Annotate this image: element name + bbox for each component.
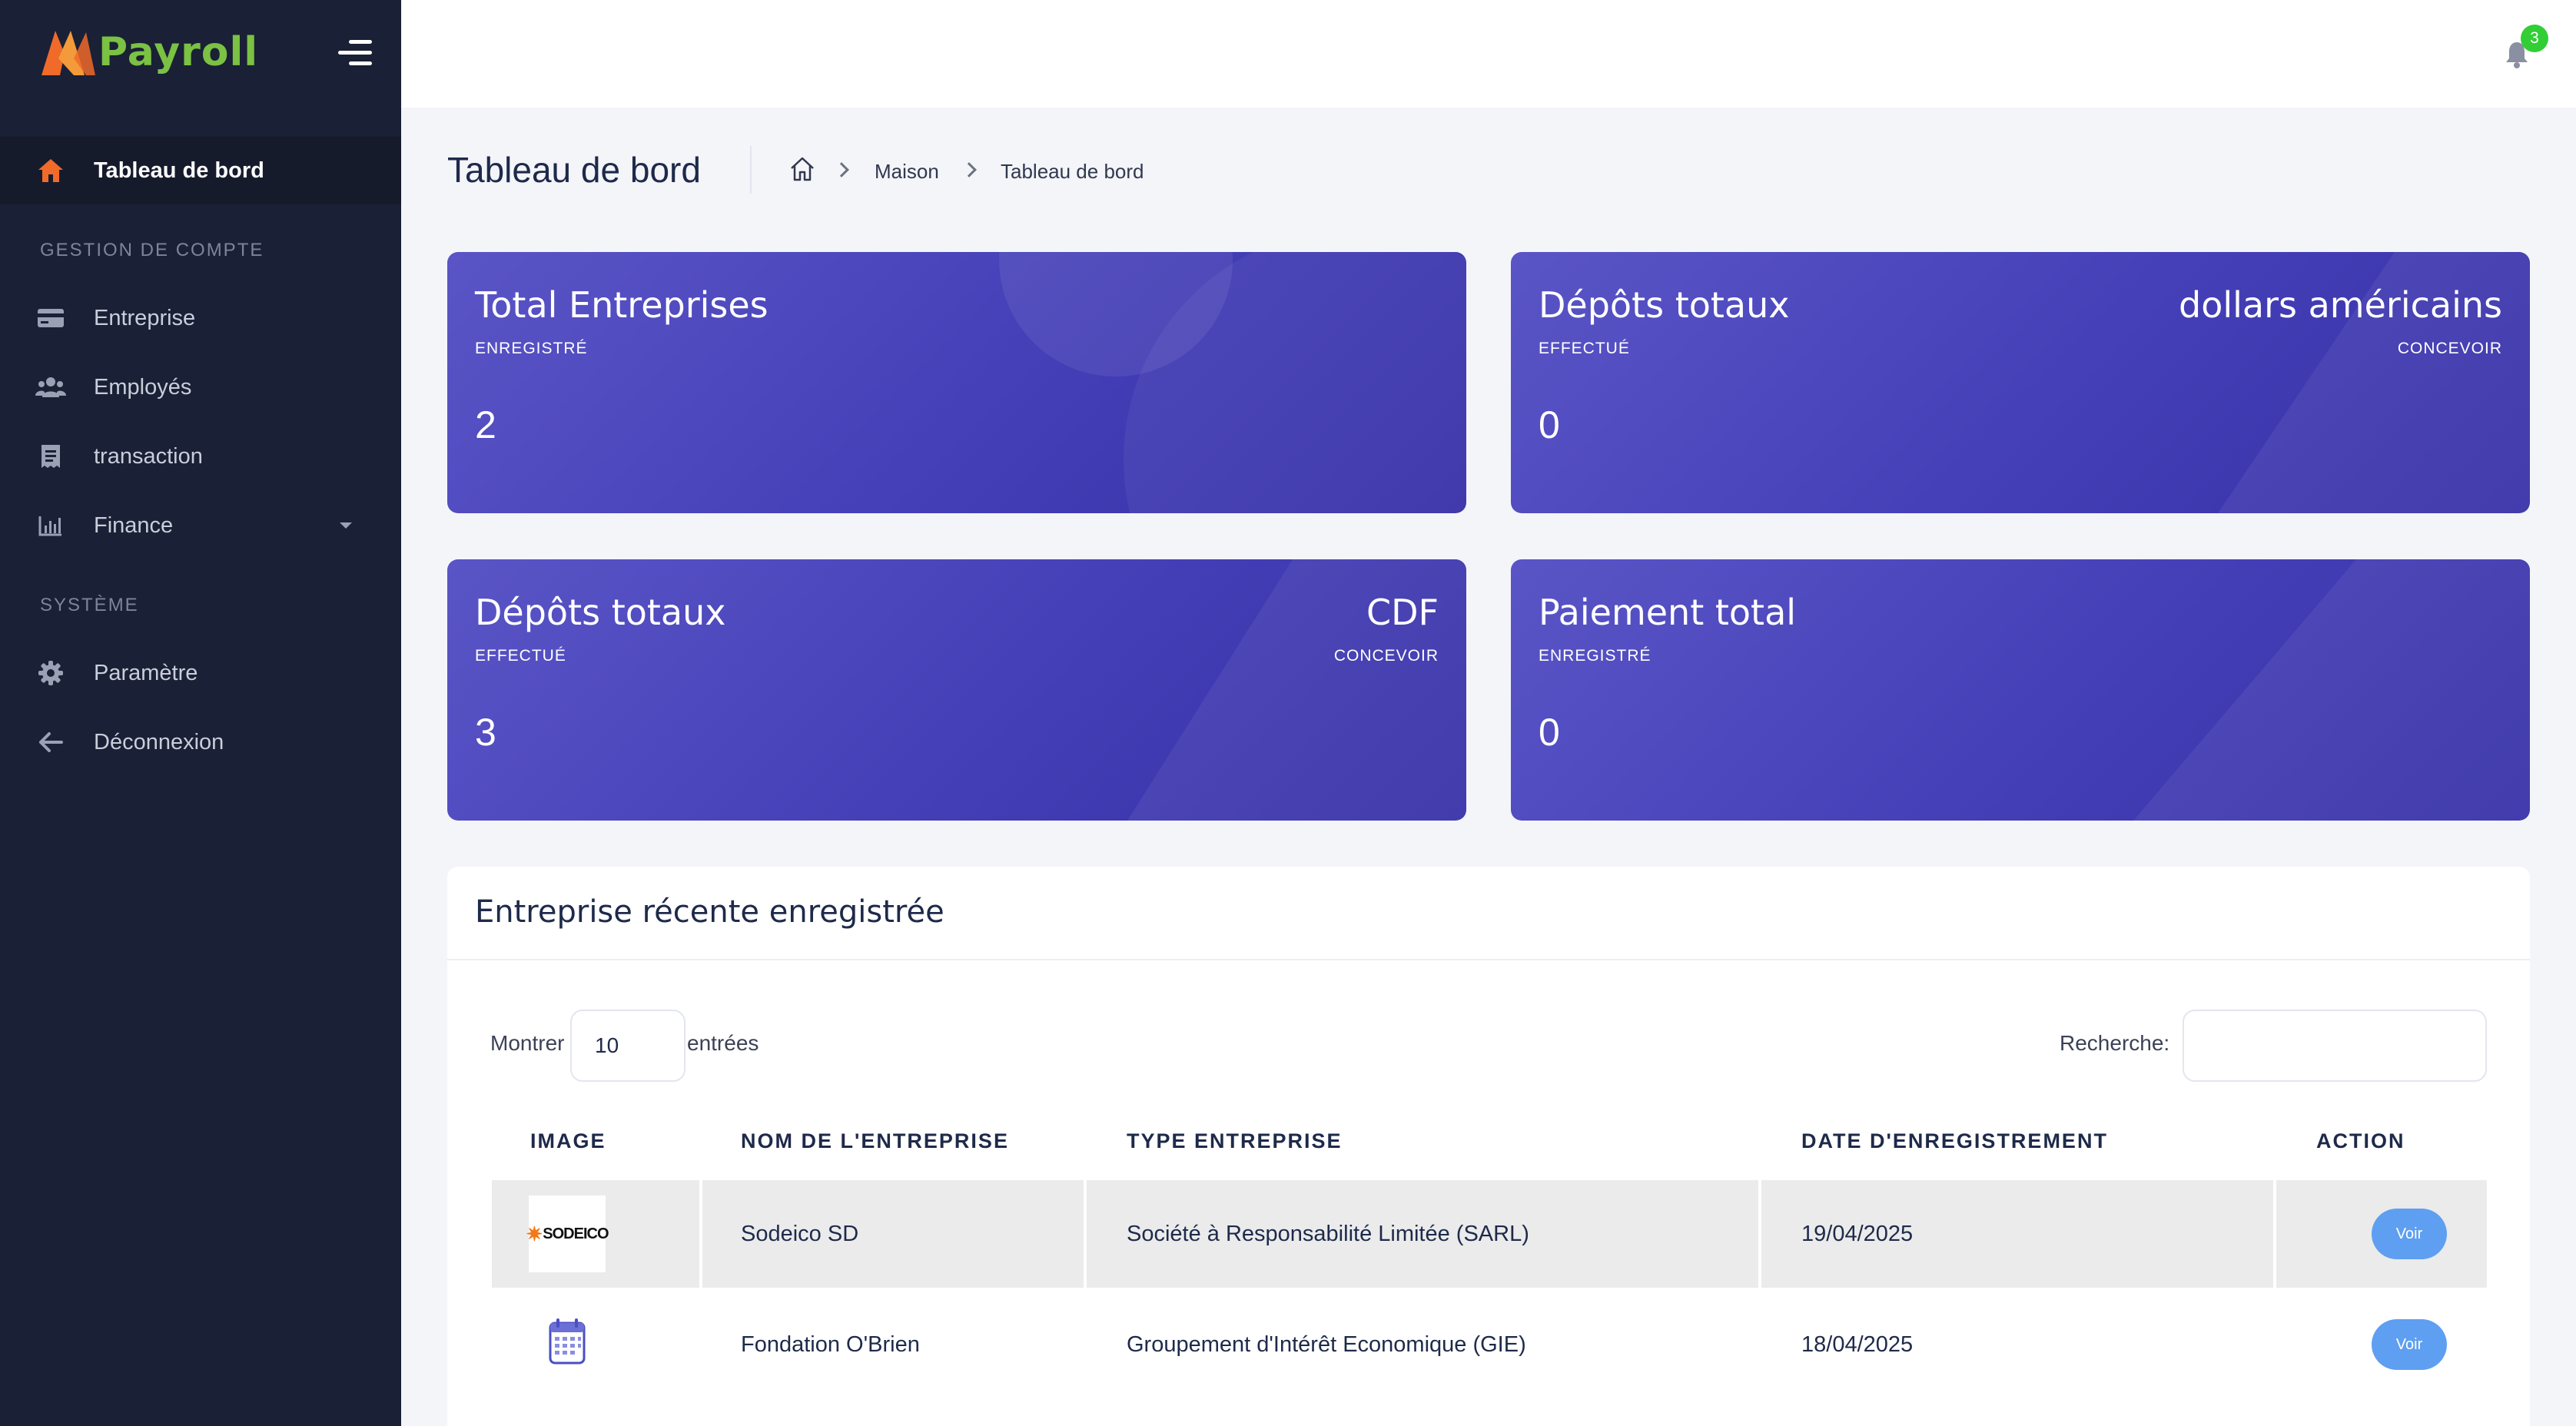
sidebar-item-label: Employés [94, 374, 192, 400]
breadcrumb-item-maison[interactable]: Maison [875, 160, 939, 184]
card-subtitle: ENREGISTRÉ [1539, 647, 1651, 665]
card-value: 2 [475, 403, 496, 446]
chevron-down-icon [340, 522, 352, 529]
menu-toggle-icon[interactable] [338, 40, 372, 66]
sidebar-item-label: Entreprise [94, 305, 196, 330]
topbar [401, 0, 2576, 108]
card-value: 3 [475, 711, 496, 754]
gear-icon [35, 658, 66, 688]
home-icon [35, 155, 66, 186]
search-input[interactable] [2183, 1010, 2487, 1082]
stat-card-total-entreprises: Total Entreprises ENREGISTRÉ 2 [447, 252, 1466, 513]
sidebar-item-label: Tableau de bord [94, 158, 264, 183]
logo-mark-icon [41, 31, 95, 75]
card-currency-sub: CONCEVOIR [1333, 647, 1439, 665]
bar-chart-icon [35, 510, 66, 541]
card-value: 0 [1539, 403, 1560, 446]
stat-card-paiement-total: Paiement total ENREGISTRÉ 0 [1511, 559, 2530, 821]
company-type: Groupement d'Intérêt Economique (GIE) [1127, 1332, 1526, 1357]
sidebar: Payroll Tableau de bord GESTION DE COMPT… [0, 0, 401, 1426]
column-header-type[interactable]: TYPE ENTREPRISE [1127, 1129, 1343, 1153]
card-value: 0 [1539, 711, 1560, 754]
stat-card-depots-usd: Dépôts totaux EFFECTUÉ 0 dollars américa… [1511, 252, 2530, 513]
view-button[interactable]: Voir [2372, 1209, 2447, 1259]
stat-card-depots-cdf: Dépôts totaux EFFECTUÉ 3 CDF CONCEVOIR [447, 559, 1466, 821]
arrow-left-icon [35, 727, 66, 758]
cell-divider [1758, 1180, 1761, 1288]
page-title: Tableau de bord [447, 150, 701, 190]
sidebar-item-transaction[interactable]: transaction [0, 426, 401, 487]
sidebar-item-label: Déconnexion [94, 729, 224, 754]
logo-text: Payroll [98, 29, 259, 75]
registration-date: 18/04/2025 [1801, 1332, 1914, 1357]
section-heading-account: GESTION DE COMPTE [40, 240, 264, 260]
view-button[interactable]: Voir [2372, 1319, 2447, 1370]
company-type: Société à Responsabilité Limitée (SARL) [1127, 1222, 1529, 1246]
receipt-icon [35, 441, 66, 472]
column-header-action[interactable]: ACTION [2316, 1129, 2405, 1153]
card-currency: CDF [1366, 592, 1439, 633]
company-logo-text: SODEICO [543, 1225, 609, 1242]
column-header-name[interactable]: NOM DE L'ENTREPRISE [741, 1129, 1009, 1153]
logo-burst-icon: ✷ [526, 1222, 543, 1245]
table-row: ✷ SODEICO Sodeico SD Société à Responsab… [492, 1180, 2487, 1288]
header-divider [750, 146, 752, 194]
registration-date: 19/04/2025 [1801, 1222, 1914, 1246]
app-logo[interactable]: Payroll [40, 28, 258, 77]
entries-per-page-select[interactable]: 10 [570, 1010, 685, 1082]
sidebar-item-label: Finance [94, 512, 174, 538]
credit-card-icon [35, 303, 66, 333]
sidebar-item-label: Paramètre [94, 660, 198, 685]
sidebar-item-employes[interactable]: Employés [0, 356, 401, 418]
card-title: Dépôts totaux [1539, 284, 1790, 326]
card-currency-sub: CONCEVOIR [2397, 340, 2502, 357]
cell-divider [699, 1180, 702, 1288]
chevron-right-icon [961, 162, 977, 177]
sidebar-item-finance[interactable]: Finance [0, 495, 401, 556]
card-title: Paiement total [1539, 592, 1797, 633]
sidebar-item-dashboard[interactable]: Tableau de bord [0, 137, 401, 204]
sidebar-item-entreprise[interactable]: Entreprise [0, 287, 401, 349]
sidebar-item-parametre[interactable]: Paramètre [0, 642, 401, 704]
cell-divider [1084, 1180, 1087, 1288]
breadcrumb-item-current: Tableau de bord [1001, 160, 1144, 183]
show-label: Montrer [490, 1031, 565, 1055]
sidebar-item-deconnexion[interactable]: Déconnexion [0, 711, 401, 773]
card-currency: dollars américains [2179, 284, 2502, 326]
table-row: Fondation O'Brien Groupement d'Intérêt E… [492, 1291, 2487, 1398]
section-heading-system: SYSTÈME [40, 595, 139, 615]
card-subtitle: ENREGISTRÉ [475, 340, 588, 357]
column-header-image[interactable]: IMAGE [530, 1129, 606, 1153]
calendar-icon [549, 1318, 586, 1365]
card-subtitle: EFFECTUÉ [1539, 340, 1630, 357]
company-logo: ✷ SODEICO [526, 1196, 609, 1272]
panel-divider [447, 959, 2530, 960]
users-icon [35, 372, 66, 403]
company-name: Sodeico SD [741, 1222, 859, 1246]
cell-divider [2273, 1180, 2276, 1288]
card-title: Dépôts totaux [475, 592, 726, 633]
entries-label: entrées [687, 1031, 759, 1055]
card-subtitle: EFFECTUÉ [475, 647, 566, 665]
notification-badge: 3 [2521, 25, 2548, 52]
card-title: Total Entreprises [475, 284, 768, 326]
chevron-right-icon [834, 162, 849, 177]
column-header-date[interactable]: DATE D'ENREGISTREMENT [1801, 1129, 2108, 1153]
company-name: Fondation O'Brien [741, 1332, 920, 1357]
recent-companies-panel: Entreprise récente enregistrée Montrer 1… [447, 867, 2530, 1426]
search-label: Recherche: [2060, 1031, 2170, 1055]
panel-title: Entreprise récente enregistrée [475, 894, 944, 930]
sidebar-item-label: transaction [94, 443, 203, 469]
breadcrumb-home-icon[interactable] [788, 155, 816, 183]
